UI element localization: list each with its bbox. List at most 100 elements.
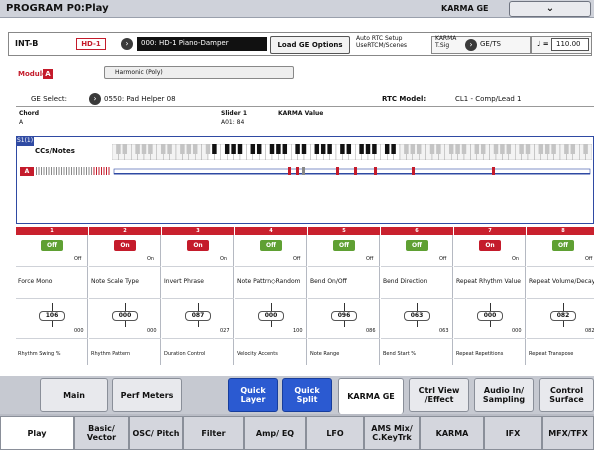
- note-mark: [374, 167, 377, 175]
- chord-value: A: [19, 119, 24, 126]
- tab-ctrl-view-effect[interactable]: Ctrl View /Effect: [409, 378, 469, 412]
- tab-osc-pitch[interactable]: OSC/ Pitch: [129, 416, 183, 450]
- slot-slider-value: 086: [366, 328, 376, 334]
- module-id-badge[interactable]: A: [43, 69, 53, 79]
- slot-switch-name[interactable]: Repeat Volume/Decay: [529, 278, 594, 285]
- tab-perf-meters[interactable]: Perf Meters: [112, 378, 182, 412]
- tab-lfo[interactable]: LFO: [306, 416, 364, 450]
- slot-switch-state: Off: [585, 256, 593, 262]
- tab-filter[interactable]: Filter: [183, 416, 244, 450]
- slot-switch-state: On: [147, 256, 155, 262]
- black-key: [148, 144, 153, 154]
- slot-switch-button[interactable]: Off: [260, 240, 282, 251]
- track-tick: [68, 167, 70, 175]
- slot-slider-handle[interactable]: 106: [39, 311, 65, 321]
- note-mark: [412, 167, 415, 175]
- tab-quick-split[interactable]: Quick Split: [282, 378, 332, 412]
- program-select-arrow-icon[interactable]: ›: [121, 38, 133, 50]
- track-tick: [106, 167, 107, 175]
- slot-switch-name[interactable]: Invert Phrase: [164, 278, 232, 285]
- program-name-field[interactable]: 000: HD-1 Piano-Damper: [137, 37, 267, 51]
- slot-switch-state: Off: [293, 256, 301, 262]
- slider-label: Slider 1: [221, 110, 248, 117]
- slot-switch-button[interactable]: On: [114, 240, 136, 251]
- slot-switch-button[interactable]: Off: [406, 240, 428, 251]
- slot-slider-handle[interactable]: 082: [550, 311, 576, 321]
- slot-slider-name[interactable]: Velocity Accents: [237, 351, 305, 357]
- tab-amp-eq[interactable]: Amp/ EQ: [244, 416, 306, 450]
- load-ge-options-button[interactable]: Load GE Options: [270, 36, 350, 54]
- divider: [308, 266, 380, 267]
- black-key: [525, 144, 531, 154]
- tab-ifx[interactable]: IFX: [484, 416, 542, 450]
- harmonic-poly-button[interactable]: Harmonic (Poly): [104, 66, 294, 79]
- slot-slider-name[interactable]: Repeat Transpose: [529, 351, 594, 357]
- slot-slider-handle[interactable]: 000: [258, 311, 284, 321]
- tab-karma[interactable]: KARMA: [420, 416, 484, 450]
- slot-slider-value: 082: [585, 328, 594, 334]
- divider: [16, 106, 594, 107]
- tab-karma-ge[interactable]: KARMA GE: [338, 378, 404, 414]
- tab-quick-layer[interactable]: Quick Layer: [228, 378, 278, 412]
- slot-slider-name[interactable]: Note Range: [310, 351, 378, 357]
- track-tick: [36, 167, 37, 175]
- slot-number: 4: [235, 227, 307, 235]
- tsig-select-arrow-icon[interactable]: ›: [465, 39, 477, 51]
- tab-ams-mix-c-keytrk[interactable]: AMS Mix/ C.KeyTrk: [364, 416, 420, 450]
- black-key: [500, 144, 505, 154]
- slot-slider-name[interactable]: Rhythm Pattern: [91, 351, 159, 357]
- black-key: [205, 144, 211, 154]
- tempo-symbol: ♩ =: [537, 40, 549, 48]
- slot-slider-name[interactable]: Bend Start %: [383, 351, 451, 357]
- slot-slider-handle[interactable]: 000: [477, 311, 503, 321]
- slot-switch-button[interactable]: Off: [552, 240, 574, 251]
- auto-rtc-setup-label[interactable]: Auto RTC Setup UseRTCM/Scenes: [356, 35, 407, 49]
- black-key: [192, 144, 198, 154]
- tab-audio-in-sampling[interactable]: Audio In/ Sampling: [474, 378, 534, 412]
- slot-slider-name[interactable]: Duration Control: [164, 351, 232, 357]
- slot-slider-handle[interactable]: 000: [112, 311, 138, 321]
- slot-slider-value: 000: [74, 328, 84, 334]
- ge-select-label: GE Select:: [31, 95, 68, 103]
- tempo-field[interactable]: 110.00: [551, 38, 589, 51]
- chord-label: Chord: [19, 110, 40, 117]
- ge-select-value[interactable]: 0550: Pad Helper 08: [104, 95, 176, 103]
- tab-basic-vector[interactable]: Basic/ Vector: [74, 416, 129, 450]
- divider: [162, 338, 234, 339]
- ge-select-arrow-icon[interactable]: ›: [89, 93, 101, 105]
- slot-slider-name[interactable]: Repeat Repetitions: [456, 351, 524, 357]
- slot-switch-name[interactable]: Note Pattrn◇Random: [237, 278, 305, 285]
- slot-switch-name[interactable]: Repeat Rhythm Value: [456, 278, 524, 285]
- slot-slider-handle[interactable]: 063: [404, 311, 430, 321]
- black-key: [276, 144, 281, 154]
- black-key: [295, 144, 300, 154]
- tab-main[interactable]: Main: [40, 378, 108, 412]
- black-key: [282, 144, 288, 154]
- slot-number: 6: [381, 227, 453, 235]
- black-key: [538, 144, 544, 154]
- black-key: [224, 144, 230, 154]
- black-key: [346, 144, 352, 154]
- slot-switch-button[interactable]: On: [187, 240, 209, 251]
- slot-switch-name[interactable]: Note Scale Type: [91, 278, 159, 285]
- slot-switch-button[interactable]: Off: [333, 240, 355, 251]
- track-tick: [38, 167, 40, 175]
- slot-switch-button[interactable]: On: [479, 240, 501, 251]
- tab-control-surface[interactable]: Control Surface: [539, 378, 594, 412]
- tab-play[interactable]: Play: [0, 416, 74, 450]
- karma-tsig-label: KARMA T.Sig: [435, 35, 457, 49]
- slot-switch-name[interactable]: Force Mono: [18, 278, 86, 285]
- black-key: [455, 144, 460, 154]
- slot-slider-handle[interactable]: 096: [331, 311, 357, 321]
- slot-switch-state: Off: [366, 256, 374, 262]
- tab-mfx-tfx[interactable]: MFX/TFX: [542, 416, 594, 450]
- bank-label[interactable]: INT-B: [15, 39, 38, 48]
- slot-switch-name[interactable]: Bend On/Off: [310, 278, 378, 285]
- page-menu-button[interactable]: ⌄: [509, 1, 591, 17]
- slot-slider-name[interactable]: Rhythm Swing %: [18, 351, 86, 357]
- divider: [381, 338, 453, 339]
- black-key: [410, 144, 416, 154]
- slot-switch-name[interactable]: Bend Direction: [383, 278, 451, 285]
- slot-slider-handle[interactable]: 087: [185, 311, 211, 321]
- slot-switch-button[interactable]: Off: [41, 240, 63, 251]
